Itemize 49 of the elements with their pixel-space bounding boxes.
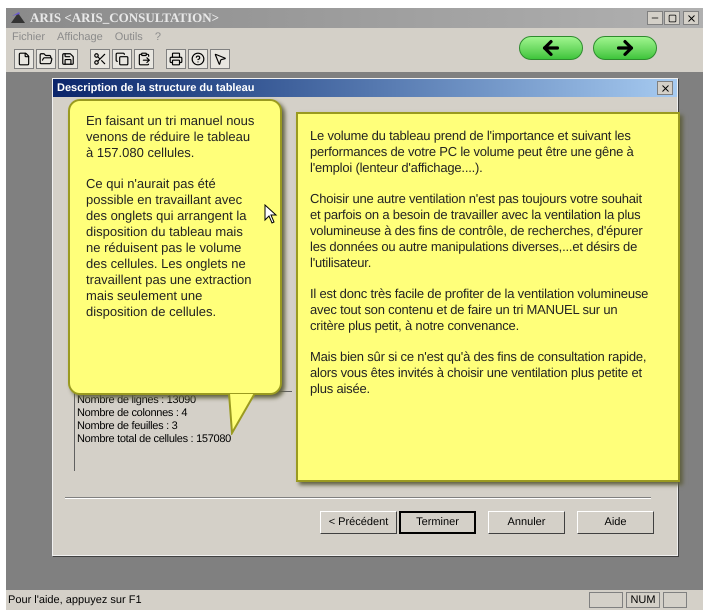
new-file-icon [17,52,31,66]
dialog-button[interactable]: < Précédent [320,511,397,534]
copy-icon [115,52,129,66]
status-panel [589,592,623,608]
dialog-title: Description de la structure du tableau [57,80,254,96]
window-title: ARIS <ARIS_CONSULTATION> [30,9,220,28]
save-button[interactable] [58,49,78,69]
dialog-close-button[interactable] [657,81,673,95]
help-button[interactable] [188,49,208,69]
context-help-button[interactable] [210,49,230,69]
app-logo-icon [10,11,26,25]
info-line: Nombre total de cellules : 157080 [77,433,232,446]
paste-button[interactable] [134,49,154,69]
info-line: Nombre de lignes : 13090 [77,394,197,407]
context-help-icon [213,52,227,66]
callout-text: Mais bien sûr si ce n'est qu'à des fins de consultation rapide, alors vous êtes invités à choisir une ventilation plus petite et plus aisée. [310,349,648,397]
help-icon [191,52,205,66]
info-line: Nombre de colonnes : 4 [77,407,188,420]
copy-button[interactable] [112,49,132,69]
mouse-cursor-icon [264,204,278,224]
callout-text: Ce qui n'aurait pas été possible en travaillant avec des onglets qui arrangent la disposition du tableau mais ne réduisent pas le volume des cellules. Les onglets ne travaillent pas une extraction mais seulement une disposition de cellules. [86,176,252,320]
num-lock-indicator: NUM [626,592,660,608]
cut-button[interactable] [90,49,110,69]
new-file-button[interactable] [14,49,34,69]
print-button[interactable] [166,49,186,69]
close-icon [660,82,670,94]
status-text: Pour l'aide, appuyez sur F1 [8,592,142,608]
save-icon [61,52,75,66]
callout-text: En faisant un tri manuel nous venons de réduire le tableau à 157.080 cellules. [86,113,256,161]
callout-text: Le volume du tableau prend de l'importance et suivant les performances de votre PC le volume peut être une gêne à l'emploi (lenteur d'affichage....). [310,128,635,176]
minimize-button[interactable] [647,11,663,25]
status-panel [663,592,687,608]
forward-button[interactable] [593,36,657,60]
back-button[interactable] [519,36,583,60]
maximize-button[interactable] [664,11,680,25]
cut-icon [93,52,107,66]
paste-icon [137,52,151,66]
open-folder-button[interactable] [36,49,56,69]
close-button[interactable] [683,11,699,25]
callout-text: Il est donc très facile de profiter de la ventilation volumineuse avec tout son contenu et de faire un tri MANUEL sur un critère plus petit, à notre convenance. [310,286,650,334]
close-icon [686,12,696,24]
dialog-button[interactable]: Terminer [399,511,476,534]
maximize-icon [668,14,676,22]
dialog-button[interactable]: Annuler [488,511,565,534]
callout-text: Choisir une autre ventilation n'est pas toujours votre souhait et parfois on a besoin de travailler avec la ventilation la plus volumineuse à des fins de contrôle, de recherches, d'épurer les données ou autre manipulations diverses,...et désirs de l'utilisateur. [310,191,644,271]
open-folder-icon [39,52,53,66]
print-icon [169,52,183,66]
info-line: Nombre de feuilles : 3 [77,420,178,433]
dialog-button[interactable]: Aide [577,511,654,534]
